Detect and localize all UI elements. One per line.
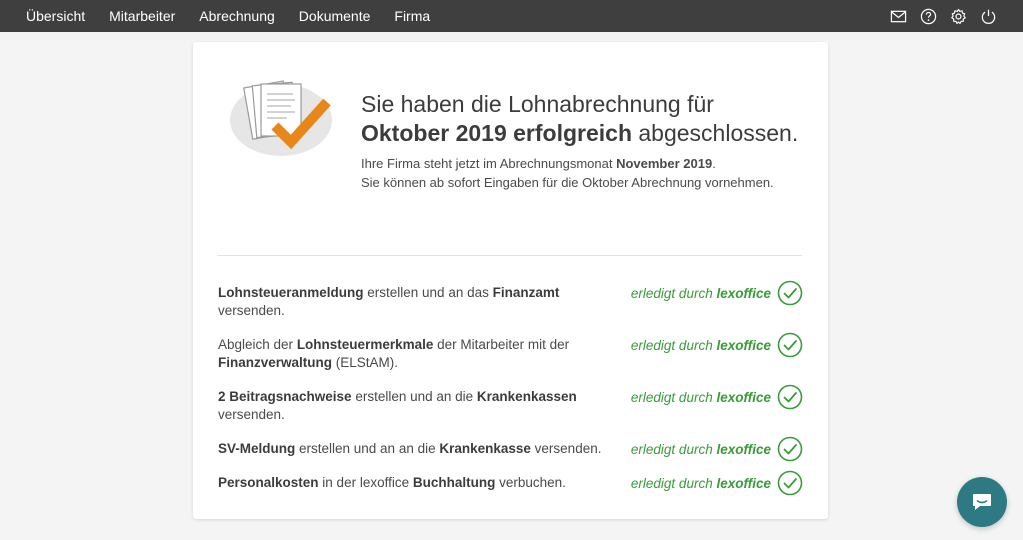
- task-status: erledigt durch lexoffice: [631, 436, 803, 462]
- task-description: SV-Meldung erstellen und an an die Krank…: [218, 440, 613, 458]
- chat-button[interactable]: [957, 477, 1007, 527]
- task-status: erledigt durch lexoffice: [631, 470, 803, 496]
- settings-icon[interactable]: [949, 7, 967, 25]
- task-text-fragment: versenden.: [530, 441, 602, 456]
- task-text-fragment: erstellen und an das: [363, 285, 493, 300]
- status-brand: lexoffice: [716, 285, 771, 301]
- task-keyword: Personalkosten: [218, 475, 319, 490]
- task-description: 2 Beitragsnachweise erstellen und an die…: [218, 388, 613, 424]
- status-prefix: erledigt durch: [630, 337, 717, 353]
- check-circle-icon: [777, 332, 803, 358]
- nav-item-firma[interactable]: Firma: [394, 8, 430, 24]
- task-text-fragment: versenden.: [218, 407, 285, 422]
- status-prefix: erledigt durch: [630, 285, 717, 301]
- status-prefix: erledigt durch: [630, 441, 717, 457]
- check-circle-icon: [777, 384, 803, 410]
- task-text-fragment: erstellen und an an die: [295, 441, 440, 456]
- task-text-fragment: erstellen und an die: [351, 389, 477, 404]
- task-text-fragment: (ELStAM).: [332, 355, 399, 370]
- subtext-suffix: .: [712, 156, 716, 171]
- payroll-success-card: Sie haben die Lohnabrechnung für Oktober…: [193, 42, 828, 519]
- subtext-prefix: Ihre Firma steht jetzt im Abrechnungsmon…: [361, 156, 613, 171]
- headline-month: Oktober 2019 erfolgreich: [361, 120, 632, 146]
- check-circle-icon: [777, 280, 803, 306]
- top-icon-group: [877, 0, 997, 32]
- status-brand: lexoffice: [716, 475, 771, 491]
- main-nav: Übersicht Mitarbeiter Abrechnung Dokumen…: [0, 8, 454, 24]
- status-label: erledigt durch lexoffice: [631, 476, 771, 491]
- task-description: Abgleich der Lohnsteuermerkmale der Mita…: [218, 336, 613, 372]
- success-subtext: Ihre Firma steht jetzt im Abrechnungsmon…: [361, 154, 821, 192]
- chat-icon: [973, 494, 991, 510]
- status-label: erledigt durch lexoffice: [631, 390, 771, 405]
- status-label: erledigt durch lexoffice: [631, 286, 771, 301]
- task-description: Lohnsteueranmeldung erstellen und an das…: [218, 284, 613, 320]
- headline-line-1: Sie haben die Lohnabrechnung für: [361, 91, 714, 117]
- section-divider: [218, 255, 802, 256]
- task-keyword: SV-Meldung: [218, 441, 296, 456]
- task-status: erledigt durch lexoffice: [631, 384, 803, 410]
- check-circle-icon: [777, 436, 803, 462]
- nav-item-dokumente[interactable]: Dokumente: [299, 8, 371, 24]
- success-headline: Sie haben die Lohnabrechnung für Oktober…: [361, 90, 821, 148]
- subtext-month: November 2019: [616, 156, 713, 171]
- status-brand: lexoffice: [716, 441, 771, 457]
- mail-icon[interactable]: [889, 7, 907, 25]
- status-brand: lexoffice: [716, 389, 771, 405]
- documents-checkmark-illustration: [229, 72, 339, 158]
- power-icon[interactable]: [979, 7, 997, 25]
- task-text-fragment: der Mitarbeiter mit der: [433, 337, 570, 352]
- task-keyword: Lohnsteueranmeldung: [218, 285, 364, 300]
- nav-item-abrechnung[interactable]: Abrechnung: [199, 8, 275, 24]
- task-status: erledigt durch lexoffice: [631, 332, 803, 358]
- status-prefix: erledigt durch: [630, 475, 717, 491]
- task-text-fragment: Abgleich der: [218, 337, 297, 352]
- task-keyword: Krankenkasse: [439, 441, 531, 456]
- subtext-line-2: Sie können ab sofort Eingaben für die Ok…: [361, 175, 774, 190]
- task-keyword: Buchhaltung: [412, 475, 496, 490]
- task-keyword: Finanzamt: [492, 285, 560, 300]
- nav-item-mitarbeiter[interactable]: Mitarbeiter: [109, 8, 175, 24]
- task-description: Personalkosten in der lexoffice Buchhalt…: [218, 474, 613, 492]
- status-label: erledigt durch lexoffice: [631, 338, 771, 353]
- task-keyword: Lohnsteuermerkmale: [296, 337, 434, 352]
- status-label: erledigt durch lexoffice: [631, 442, 771, 457]
- check-circle-icon: [777, 470, 803, 496]
- task-keyword: Finanzverwaltung: [218, 355, 333, 370]
- status-brand: lexoffice: [716, 337, 771, 353]
- task-text-fragment: versenden.: [218, 303, 285, 318]
- headline-rest: abgeschlossen.: [638, 120, 799, 146]
- task-text-fragment: verbuchen.: [495, 475, 566, 490]
- help-icon[interactable]: [919, 7, 937, 25]
- top-navigation-bar: Übersicht Mitarbeiter Abrechnung Dokumen…: [0, 0, 1023, 32]
- task-keyword: 2 Beitragsnachweise: [218, 389, 352, 404]
- task-status: erledigt durch lexoffice: [631, 280, 803, 306]
- task-text-fragment: in der lexoffice: [318, 475, 413, 490]
- task-keyword: Krankenkassen: [476, 389, 577, 404]
- nav-item-uebersicht[interactable]: Übersicht: [26, 8, 85, 24]
- status-prefix: erledigt durch: [630, 389, 717, 405]
